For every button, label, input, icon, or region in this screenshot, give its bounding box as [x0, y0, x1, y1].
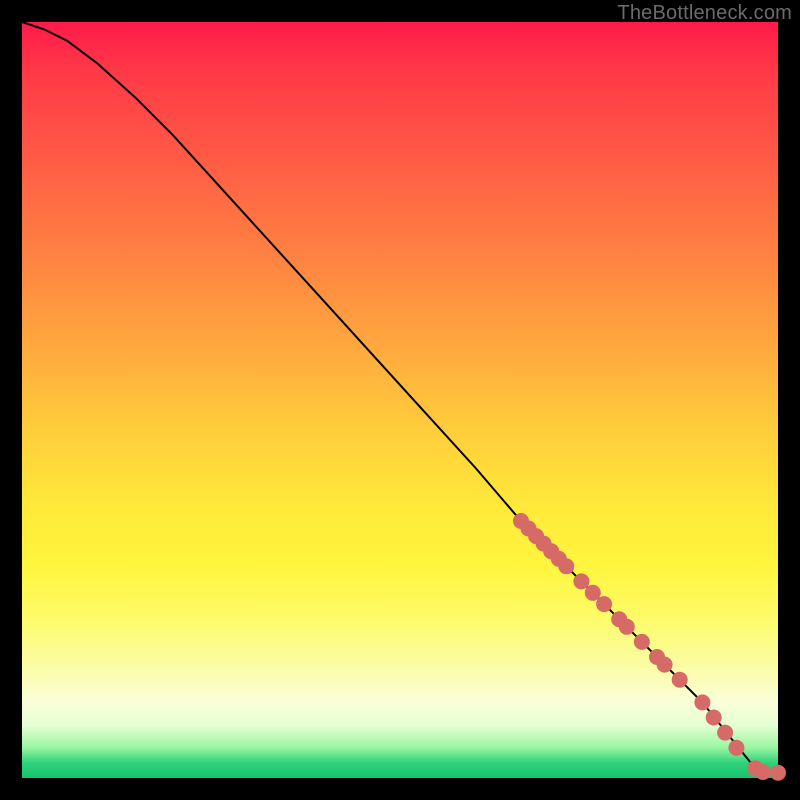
curve-marker [770, 765, 786, 781]
curve-marker [634, 634, 650, 650]
curve-marker [573, 573, 589, 589]
curve-marker [672, 672, 688, 688]
curve-markers [513, 513, 786, 781]
curve-marker [619, 619, 635, 635]
curve-marker [558, 558, 574, 574]
curve-marker [585, 585, 601, 601]
curve-marker [596, 596, 612, 612]
curve-marker [728, 740, 744, 756]
chart-svg [22, 22, 778, 778]
curve-marker [657, 657, 673, 673]
plot-area [22, 22, 778, 778]
curve-marker [694, 694, 710, 710]
curve-marker [755, 764, 771, 780]
curve-marker [706, 710, 722, 726]
chart-stage: TheBottleneck.com [0, 0, 800, 800]
curve-marker [717, 725, 733, 741]
watermark-text: TheBottleneck.com [617, 2, 792, 25]
